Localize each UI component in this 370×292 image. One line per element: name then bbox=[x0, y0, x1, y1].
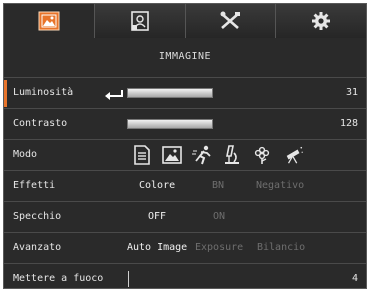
row-mettere-a-fuoco[interactable]: Mettere a fuoco 4 bbox=[4, 263, 366, 288]
macro-flower-icon[interactable] bbox=[252, 144, 272, 166]
avanzato-option-auto-image[interactable]: Auto Image bbox=[127, 233, 187, 263]
mettere-a-fuoco-value: 4 bbox=[351, 273, 358, 284]
effetti-option-negativo[interactable]: Negativo bbox=[256, 171, 304, 201]
luminosita-value: 31 bbox=[345, 87, 358, 98]
tab-bar bbox=[4, 4, 366, 38]
luminosita-slider[interactable] bbox=[127, 88, 213, 98]
contrasto-value: 128 bbox=[339, 118, 358, 129]
effetti-label: Effetti bbox=[13, 180, 56, 191]
avanzato-label: Avanzato bbox=[13, 242, 62, 253]
gear-icon bbox=[312, 12, 331, 30]
row-luminosita[interactable]: Luminosità 31 bbox=[4, 77, 366, 108]
modo-label: Modo bbox=[13, 149, 38, 160]
luminosita-label: Luminosità bbox=[13, 87, 74, 98]
contrasto-slider[interactable] bbox=[127, 119, 213, 129]
tab-tools[interactable] bbox=[185, 4, 277, 38]
photo-icon[interactable] bbox=[162, 144, 182, 166]
enter-arrow-icon bbox=[105, 90, 123, 100]
document-icon[interactable] bbox=[132, 144, 152, 166]
motion-runner-icon[interactable] bbox=[192, 144, 212, 166]
tools-icon bbox=[220, 11, 241, 29]
row-effetti[interactable]: Effetti Colore BN Negativo bbox=[4, 170, 366, 201]
tab-system[interactable] bbox=[276, 4, 366, 38]
row-contrasto[interactable]: Contrasto 128 bbox=[4, 108, 366, 139]
avanzato-option-exposure[interactable]: Exposure bbox=[195, 233, 243, 263]
row-avanzato[interactable]: Avanzato Auto Image Exposure Bilancio bbox=[4, 232, 366, 263]
contrasto-label: Contrasto bbox=[13, 118, 68, 129]
avanzato-option-bilancio[interactable]: Bilancio bbox=[257, 233, 305, 263]
focus-slider[interactable] bbox=[128, 271, 129, 287]
specchio-option-off[interactable]: OFF bbox=[148, 202, 166, 232]
display-portrait-icon bbox=[130, 11, 149, 31]
tab-image-settings[interactable] bbox=[4, 4, 95, 38]
specchio-label: Specchio bbox=[13, 211, 62, 222]
image-settings-icon bbox=[38, 11, 60, 31]
effetti-option-colore[interactable]: Colore bbox=[139, 171, 175, 201]
mettere-a-fuoco-label: Mettere a fuoco bbox=[13, 273, 104, 284]
row-modo[interactable]: Modo bbox=[4, 139, 366, 170]
osd-menu: IMMAGINE Luminosità 31 Contrasto 128 Mod… bbox=[3, 3, 367, 289]
microscope-icon[interactable] bbox=[222, 144, 242, 166]
effetti-option-bn[interactable]: BN bbox=[212, 171, 224, 201]
row-specchio[interactable]: Specchio OFF ON bbox=[4, 201, 366, 232]
tab-display[interactable] bbox=[94, 4, 186, 38]
specchio-option-on[interactable]: ON bbox=[213, 202, 225, 232]
telescope-icon[interactable] bbox=[284, 144, 304, 166]
menu-title: IMMAGINE bbox=[158, 51, 212, 62]
